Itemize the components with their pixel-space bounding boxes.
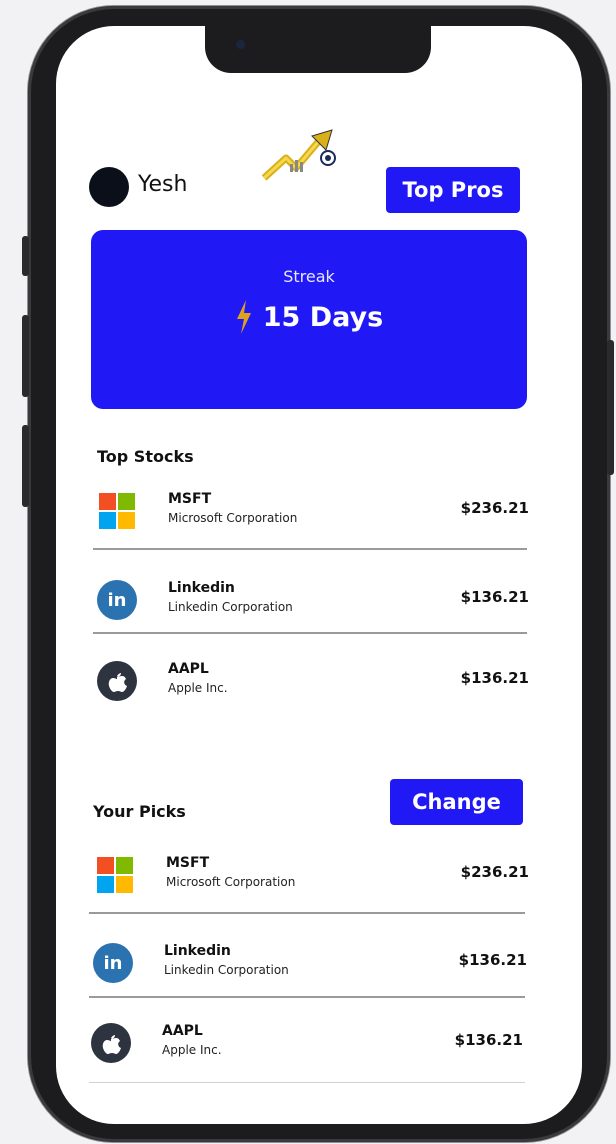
stock-row-aapl[interactable]: AAPL Apple Inc. $136.21 xyxy=(97,661,537,731)
phone-volume-down xyxy=(22,425,29,507)
divider xyxy=(93,548,527,550)
stock-row-msft[interactable]: MSFT Microsoft Corporation $236.21 xyxy=(97,491,537,561)
pick-row-msft[interactable]: MSFT Microsoft Corporation $236.21 xyxy=(95,855,535,925)
linkedin-icon: in xyxy=(93,943,133,983)
stock-price: $136.21 xyxy=(458,951,527,969)
avatar[interactable] xyxy=(89,167,129,207)
divider xyxy=(89,1082,525,1083)
divider xyxy=(93,632,527,634)
streak-card: Streak 15 Days xyxy=(91,230,527,409)
lightning-icon xyxy=(236,300,251,334)
stock-price: $236.21 xyxy=(460,499,529,517)
stock-price: $136.21 xyxy=(460,588,529,606)
stock-ticker: Linkedin xyxy=(164,943,231,959)
pick-row-linkedin[interactable]: in Linkedin Linkedin Corporation $136.21 xyxy=(93,943,533,1013)
streak-value-row: 15 Days xyxy=(91,300,527,334)
microsoft-icon xyxy=(95,855,139,899)
apple-icon xyxy=(91,1023,131,1063)
stock-ticker: MSFT xyxy=(166,855,210,871)
stock-row-linkedin[interactable]: in Linkedin Linkedin Corporation $136.21 xyxy=(97,580,537,650)
change-button[interactable]: Change xyxy=(390,779,523,825)
stock-company: Apple Inc. xyxy=(168,681,228,695)
username: Yesh xyxy=(138,172,188,197)
stock-ticker: MSFT xyxy=(168,491,212,507)
top-stocks-title: Top Stocks xyxy=(97,447,194,466)
phone-notch xyxy=(205,26,431,73)
linkedin-icon: in xyxy=(97,580,137,620)
phone-power-button xyxy=(607,340,614,475)
stock-price: $136.21 xyxy=(460,669,529,687)
your-picks-title: Your Picks xyxy=(93,802,186,821)
stock-company: Microsoft Corporation xyxy=(166,875,296,889)
phone-volume-up xyxy=(22,315,29,397)
stock-price: $136.21 xyxy=(454,1031,523,1049)
camera-icon xyxy=(236,40,245,49)
stock-ticker: AAPL xyxy=(168,661,209,677)
divider xyxy=(89,912,525,914)
stock-ticker: Linkedin xyxy=(168,580,235,596)
stock-price: $236.21 xyxy=(460,863,529,881)
app-logo-icon xyxy=(262,129,336,181)
streak-label: Streak xyxy=(283,267,335,286)
streak-value: 15 Days xyxy=(262,301,384,333)
stock-company: Microsoft Corporation xyxy=(168,511,298,525)
apple-icon xyxy=(97,661,137,701)
phone-silent-switch xyxy=(22,236,29,276)
stock-ticker: AAPL xyxy=(162,1023,203,1039)
microsoft-icon xyxy=(97,491,141,535)
stock-company: Linkedin Corporation xyxy=(164,963,289,977)
divider xyxy=(89,996,525,998)
top-pros-button[interactable]: Top Pros xyxy=(386,167,520,213)
stock-company: Apple Inc. xyxy=(162,1043,222,1057)
stock-company: Linkedin Corporation xyxy=(168,600,293,614)
